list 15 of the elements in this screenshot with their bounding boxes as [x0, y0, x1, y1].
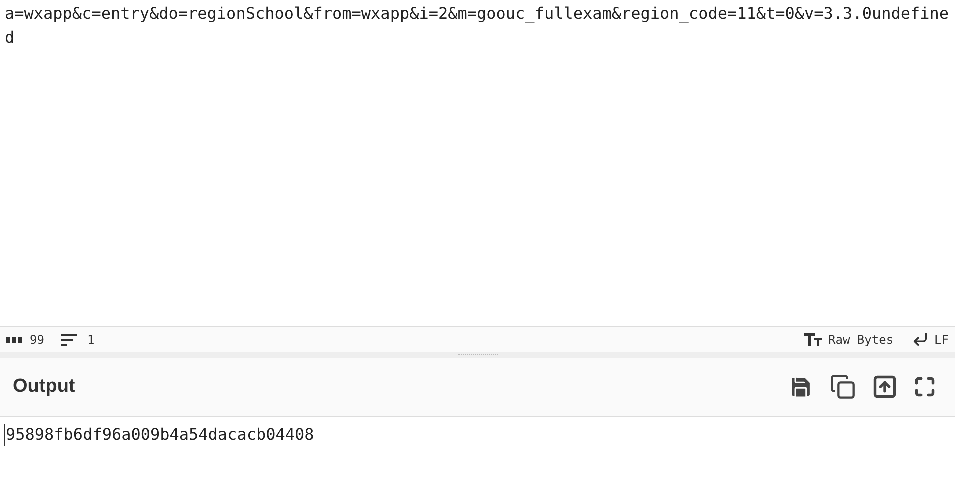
- copy-icon[interactable]: [830, 374, 856, 400]
- eol-button[interactable]: LF: [934, 330, 949, 348]
- text-size-icon: [804, 333, 822, 346]
- upload-icon[interactable]: [872, 374, 898, 400]
- lines-icon: [61, 334, 78, 346]
- input-text-area[interactable]: a=wxapp&c=entry&do=regionSchool&from=wxapp&i=2&m=goouc_fullexam&region_code=11&t=0&v=3.3.0undefined: [5, 2, 950, 50]
- output-title: Output: [13, 374, 76, 399]
- return-arrow-icon: [912, 331, 929, 348]
- character-count-icon: [6, 336, 22, 342]
- length-count: 99: [30, 332, 44, 348]
- output-text: 95898fb6df96a009b4a54dacacb04408: [4, 424, 314, 446]
- encoding-button[interactable]: Raw Bytes: [828, 330, 894, 348]
- line-count: 1: [87, 332, 95, 348]
- fullscreen-icon[interactable]: [914, 376, 936, 398]
- resize-handle[interactable]: [458, 354, 498, 356]
